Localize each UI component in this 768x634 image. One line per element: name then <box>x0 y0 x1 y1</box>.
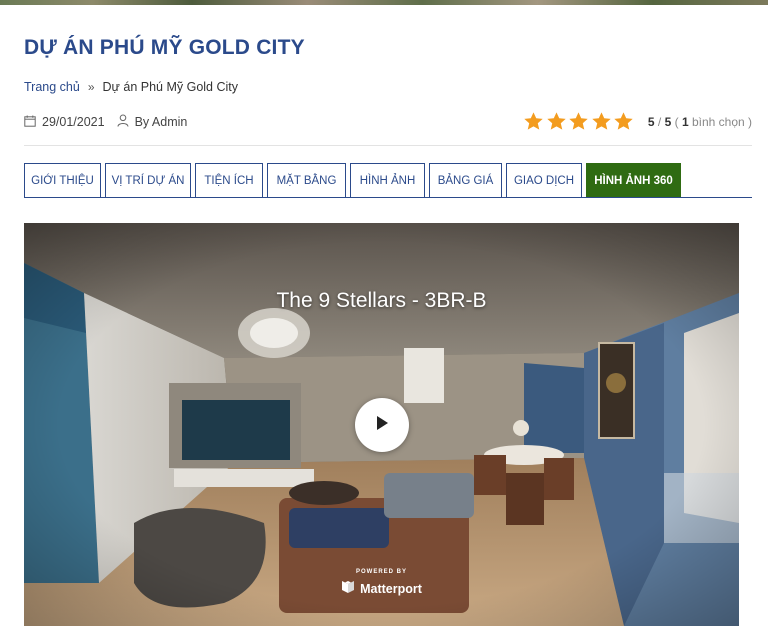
play-icon <box>374 414 390 437</box>
rating-open-paren: ( <box>671 114 682 129</box>
tab-gioi-thieu[interactable]: GIỚI THIỆU <box>24 163 101 197</box>
page-title: DỰ ÁN PHÚ MỸ GOLD CITY <box>24 36 305 59</box>
tab-vi-tri-du-an[interactable]: VỊ TRÍ DỰ ÁN <box>105 163 191 197</box>
rating-summary: 5 / 5 ( 1 bình chọn ) <box>648 115 752 129</box>
tab-hinh-anh-360[interactable]: HÌNH ẢNH 360 <box>586 163 681 197</box>
matterport-360-viewer[interactable]: The 9 Stellars - 3BR-B POWERED BY Matter… <box>24 223 739 626</box>
tab-tien-ich[interactable]: TIỆN ÍCH <box>195 163 263 197</box>
rating-votes-label: bình chọn ) <box>688 114 752 129</box>
breadcrumb-current: Dự án Phú Mỹ Gold City <box>102 80 239 94</box>
tab-label: MẶT BẰNG <box>276 174 337 187</box>
matterport-brand-name: Matterport <box>360 581 422 596</box>
star-icon[interactable] <box>523 111 544 132</box>
powered-by-label: POWERED BY <box>355 569 407 575</box>
header-image-strip <box>0 0 768 5</box>
calendar-icon <box>24 115 36 130</box>
matterport-logo-icon <box>341 580 355 597</box>
rating-slash: / <box>654 114 665 129</box>
tab-label: BẢNG GIÁ <box>437 174 494 187</box>
rating-score: 5 <box>647 114 655 129</box>
tab-label: GIAO DỊCH <box>513 174 575 187</box>
project-tabs: GIỚI THIỆU VỊ TRÍ DỰ ÁN TIỆN ÍCH MẶT BẰN… <box>24 163 752 198</box>
rating-votes: 1 <box>681 114 689 129</box>
tab-giao-dich[interactable]: GIAO DỊCH <box>506 163 582 197</box>
tab-label: GIỚI THIỆU <box>31 174 94 187</box>
star-icon[interactable] <box>546 111 567 132</box>
tab-hinh-anh[interactable]: HÌNH ẢNH <box>350 163 425 197</box>
star-icon[interactable] <box>568 111 589 132</box>
tab-label: TIỆN ÍCH <box>204 174 254 187</box>
post-meta: 29/01/2021 By Admin <box>24 114 187 130</box>
tour-title: The 9 Stellars - 3BR-B <box>276 289 487 312</box>
rating-stars[interactable] <box>523 111 636 132</box>
breadcrumb-home-link[interactable]: Trang chủ <box>24 80 80 94</box>
play-button[interactable] <box>355 398 409 452</box>
tab-label: HÌNH ẢNH <box>359 174 416 187</box>
user-icon <box>117 114 129 130</box>
post-date: 29/01/2021 <box>42 115 105 129</box>
meta-divider <box>24 145 752 146</box>
tab-mat-bang[interactable]: MẶT BẰNG <box>267 163 346 197</box>
tab-bang-gia[interactable]: BẢNG GIÁ <box>429 163 502 197</box>
breadcrumb-separator: » <box>87 80 95 94</box>
star-icon[interactable] <box>613 111 634 132</box>
star-rating: 5 / 5 ( 1 bình chọn ) <box>523 111 752 132</box>
matterport-brand[interactable]: Matterport <box>24 580 739 597</box>
tab-label: VỊ TRÍ DỰ ÁN <box>111 174 185 187</box>
post-author: By Admin <box>134 115 188 129</box>
tab-label: HÌNH ẢNH 360 <box>594 174 673 187</box>
breadcrumb: Trang chủ » Dự án Phú Mỹ Gold City <box>24 80 238 94</box>
star-icon[interactable] <box>591 111 612 132</box>
